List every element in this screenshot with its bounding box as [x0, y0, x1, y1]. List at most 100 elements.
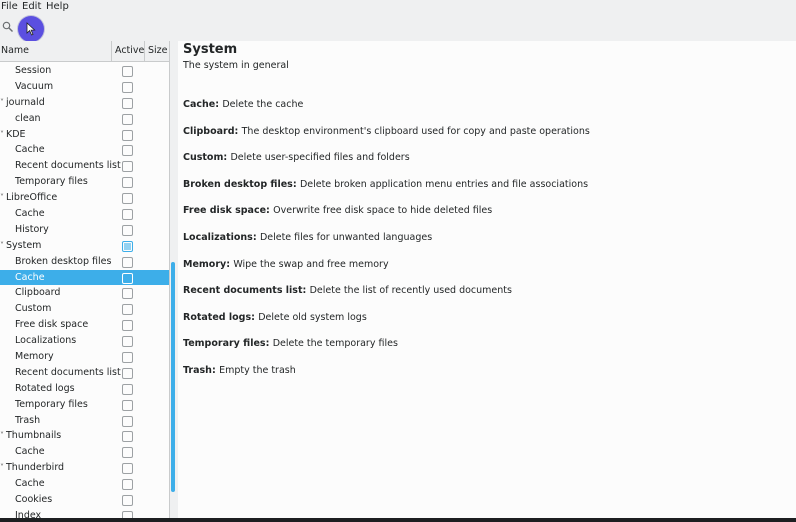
tree-row[interactable]: Free disk space — [0, 317, 169, 333]
option-name: Memory — [183, 258, 227, 270]
option-description: Custom: Delete user-specified files and … — [183, 151, 783, 178]
tree-row[interactable]: ˅ journald — [0, 95, 169, 111]
option-text: Delete the temporary files — [272, 338, 398, 350]
active-checkbox[interactable] — [122, 272, 133, 284]
search-icon[interactable] — [2, 21, 14, 33]
menu-bar: File Edit Help — [0, 0, 796, 14]
tree-row[interactable]: Localizations — [0, 333, 169, 349]
active-checkbox[interactable] — [122, 177, 133, 189]
tree-row[interactable]: Memory — [0, 349, 169, 365]
tree-row[interactable]: Recent documents list — [0, 365, 169, 381]
chevron-down-icon[interactable]: ˅ — [0, 95, 4, 111]
option-description: Cache: Delete the cache — [183, 98, 783, 125]
column-divider — [111, 41, 112, 61]
scrollbar-handle[interactable] — [171, 262, 175, 492]
tree-row[interactable]: Clipboard — [0, 285, 169, 301]
tree-row[interactable]: clean — [0, 111, 169, 127]
active-checkbox[interactable] — [122, 97, 133, 109]
active-checkbox[interactable] — [122, 129, 133, 141]
tree-rows: Session Vacuum ˅ journald clean ˅ KDE Cache Rece… — [0, 63, 169, 518]
option-description: Memory: Wipe the swap and free memory — [183, 258, 783, 285]
active-checkbox[interactable] — [122, 256, 133, 268]
tree-row-label: Thumbnails — [6, 430, 62, 442]
active-checkbox[interactable] — [122, 240, 133, 252]
option-separator: : — [234, 125, 242, 137]
tree-row-label: Cache — [15, 208, 45, 220]
chevron-down-icon[interactable]: ˅ — [0, 238, 4, 254]
active-checkbox[interactable] — [122, 352, 133, 364]
active-checkbox[interactable] — [122, 145, 133, 157]
active-checkbox[interactable] — [122, 224, 133, 236]
tree-row[interactable]: Custom — [0, 301, 169, 317]
tree-row[interactable]: Cache — [0, 269, 169, 286]
active-checkbox[interactable] — [122, 415, 133, 427]
tree-row[interactable]: History — [0, 222, 169, 238]
column-active[interactable]: Active — [115, 45, 144, 56]
column-name[interactable]: Name — [1, 45, 29, 56]
active-checkbox[interactable] — [122, 336, 133, 348]
active-checkbox[interactable] — [122, 383, 133, 395]
tree-row[interactable]: ˅ Thunderbird — [0, 460, 169, 476]
menu-help[interactable]: Help — [46, 1, 69, 12]
tree-row[interactable]: Cache — [0, 476, 169, 492]
active-checkbox[interactable] — [122, 431, 133, 443]
tree-row[interactable]: Cookies — [0, 492, 169, 508]
tree-row-label: Custom — [15, 303, 52, 315]
column-divider — [144, 41, 145, 61]
option-separator: : — [265, 338, 273, 350]
tree-row-label: Recent documents list — [15, 366, 121, 378]
active-checkbox[interactable] — [122, 81, 133, 93]
active-checkbox[interactable] — [122, 495, 133, 507]
tree-row[interactable]: Temporary files — [0, 397, 169, 413]
tree-row[interactable]: Vacuum — [0, 79, 169, 95]
tree-row[interactable]: ˅ System — [0, 238, 169, 254]
tree-row[interactable]: Recent documents list — [0, 158, 169, 174]
tree-row[interactable]: ˅ KDE — [0, 127, 169, 143]
tree-row[interactable]: Trash — [0, 413, 169, 429]
tree-row[interactable]: Temporary files — [0, 174, 169, 190]
tree-row[interactable]: Broken desktop files — [0, 254, 169, 270]
tree-row[interactable]: ˅ LibreOffice — [0, 190, 169, 206]
active-checkbox[interactable] — [122, 447, 133, 459]
active-checkbox[interactable] — [122, 161, 133, 173]
active-checkbox[interactable] — [122, 209, 133, 221]
tree-row[interactable]: Cache — [0, 444, 169, 460]
tree-row-label: KDE — [6, 128, 26, 140]
chevron-down-icon[interactable]: ˅ — [0, 190, 4, 206]
active-checkbox[interactable] — [122, 510, 133, 518]
tree-row[interactable]: Rotated logs — [0, 381, 169, 397]
detail-panel: System The system in general Cache: Dele… — [178, 41, 796, 518]
tree-row[interactable]: Index — [0, 508, 169, 518]
active-checkbox[interactable] — [122, 304, 133, 316]
option-text: Overwrite free disk space to hide delete… — [273, 205, 493, 217]
menu-file[interactable]: File — [1, 1, 18, 12]
active-checkbox[interactable] — [122, 463, 133, 475]
option-name: Temporary files — [183, 338, 266, 350]
column-size[interactable]: Size — [148, 45, 168, 56]
menu-edit[interactable]: Edit — [22, 1, 41, 12]
active-checkbox[interactable] — [122, 288, 133, 300]
tree-row[interactable]: Session — [0, 63, 169, 79]
option-descriptions: Cache: Delete the cache Clipboard: The de… — [183, 98, 783, 391]
active-checkbox[interactable] — [122, 479, 133, 491]
chevron-down-icon[interactable]: ˅ — [0, 460, 4, 476]
chevron-down-icon[interactable]: ˅ — [0, 428, 4, 444]
active-checkbox[interactable] — [122, 66, 133, 77]
tree-row-label: Vacuum — [15, 80, 54, 92]
active-checkbox[interactable] — [122, 399, 133, 411]
tree-row-label: Memory — [15, 351, 54, 363]
option-name: Cache — [183, 99, 216, 110]
active-checkbox[interactable] — [122, 113, 133, 125]
option-description: Clipboard: The desktop environment's cli… — [183, 125, 783, 152]
active-checkbox[interactable] — [122, 193, 133, 205]
tree-row[interactable]: Cache — [0, 206, 169, 222]
tree-row-label: Cookies — [15, 494, 53, 506]
active-checkbox[interactable] — [122, 367, 133, 379]
option-text: Wipe the swap and free memory — [233, 258, 389, 270]
tree-row[interactable]: Cache — [0, 142, 169, 158]
active-checkbox[interactable] — [122, 320, 133, 332]
tree-row[interactable]: ˅ Thumbnails — [0, 428, 169, 444]
chevron-down-icon[interactable]: ˅ — [0, 127, 4, 143]
option-separator: : — [292, 178, 300, 190]
option-text: Empty the trash — [219, 364, 296, 376]
